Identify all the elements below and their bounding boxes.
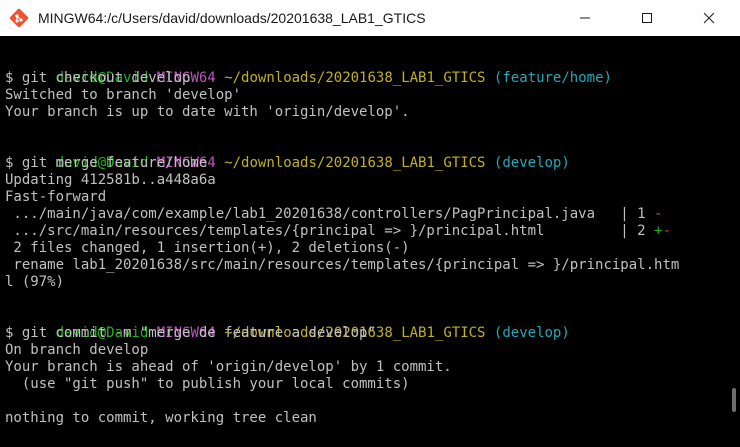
output-line: nothing to commit, working tree clean [5, 410, 317, 426]
diffstat-text: .../src/main/resources/templates/{princi… [5, 223, 655, 239]
maximize-icon [642, 13, 652, 23]
minimize-button[interactable] [554, 0, 616, 36]
minimize-icon [580, 17, 590, 19]
prompt-line: david@David MINGW64 ~/downloads/20201638… [5, 53, 612, 86]
window-title: MINGW64:/c/Users/david/downloads/2020163… [38, 10, 426, 26]
rename-line: l (97%) [5, 274, 65, 290]
output-line: Fast-forward [5, 189, 107, 205]
terminal-output[interactable]: david@David MINGW64 ~/downloads/20201638… [0, 36, 728, 447]
prompt-line: david@David MINGW64 ~/downloads/20201638… [5, 138, 570, 171]
bottom-edge [0, 440, 740, 447]
scrollbar[interactable] [728, 36, 740, 447]
output-line: Switched to branch 'develop' [5, 87, 242, 103]
terminal-window: MINGW64:/c/Users/david/downloads/2020163… [0, 0, 740, 447]
prompt-path: ~/downloads/20201638_LAB1_GTICS [224, 70, 486, 86]
output-line: Your branch is up to date with 'origin/d… [5, 104, 410, 120]
diffstat-minus: - [662, 223, 671, 239]
output-line: Updating 412581b..a448a6a [5, 172, 216, 188]
diffstat-line: .../main/java/com/example/lab1_20201638/… [5, 206, 662, 223]
command-line: $ git merge feature/home [5, 155, 208, 171]
prompt-branch: (feature/home) [493, 70, 612, 86]
scrollbar-thumb[interactable] [732, 388, 736, 412]
maximize-button[interactable] [616, 0, 678, 36]
prompt-branch: (develop) [493, 155, 570, 171]
prompt-line: david@David MINGW64 ~/downloads/20201638… [5, 308, 570, 341]
close-button[interactable] [678, 0, 740, 36]
diffstat-line: .../src/main/resources/templates/{princi… [5, 223, 671, 240]
summary-line: 2 files changed, 1 insertion(+), 2 delet… [5, 240, 410, 256]
diffstat-minus: - [654, 206, 663, 222]
output-line: On branch develop [5, 342, 149, 358]
close-icon [703, 12, 715, 24]
rename-line: rename lab1_20201638/src/main/resources/… [5, 257, 680, 273]
window-controls [554, 0, 740, 36]
output-line: (use "git push" to publish your local co… [5, 376, 410, 392]
prompt-branch: (develop) [493, 325, 570, 341]
diffstat-text: .../main/java/com/example/lab1_20201638/… [5, 206, 655, 222]
command-line: $ git checkout develop [5, 70, 191, 86]
title-bar[interactable]: MINGW64:/c/Users/david/downloads/2020163… [0, 0, 740, 36]
output-line: Your branch is ahead of 'origin/develop'… [5, 359, 452, 375]
prompt-path: ~/downloads/20201638_LAB1_GTICS [224, 155, 486, 171]
command-line: $ git commit -m "merge de feature a deve… [5, 325, 376, 341]
git-bash-icon [8, 7, 30, 29]
